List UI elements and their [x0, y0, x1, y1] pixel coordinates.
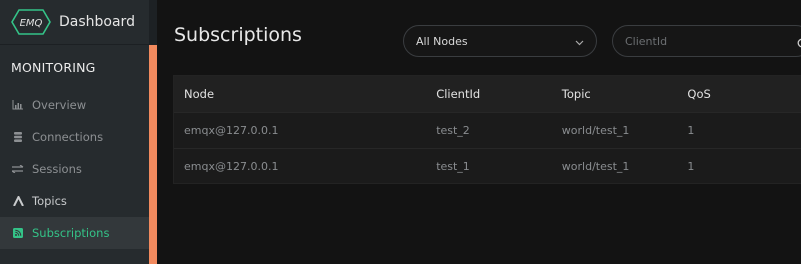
fork-icon — [11, 194, 25, 208]
brand[interactable]: EMQ Dashboard — [0, 0, 149, 45]
column-header-node[interactable]: Node — [174, 87, 426, 101]
main-content: Subscriptions All Nodes Node ClientId To… — [157, 0, 801, 264]
cell-topic: world/test_1 — [561, 159, 630, 173]
table-row[interactable]: emqx@127.0.0.1 test_2 world/test_1 1 — [174, 113, 801, 149]
column-header-clientid[interactable]: ClientId — [426, 87, 552, 101]
sidebar-item-label: Connections — [32, 130, 104, 144]
brand-title: Dashboard — [59, 14, 135, 30]
node-select-value: All Nodes — [416, 34, 468, 48]
search-input[interactable] — [625, 34, 775, 48]
table-row[interactable]: emqx@127.0.0.1 test_1 world/test_1 1 — [174, 149, 801, 183]
cell-qos: 1 — [687, 124, 695, 137]
chevron-down-icon — [575, 36, 584, 49]
cell-topic: world/test_1 — [561, 124, 630, 137]
column-header-qos[interactable]: QoS — [677, 87, 801, 101]
sidebar-item-sessions[interactable]: Sessions — [0, 153, 149, 185]
sidebar-item-label: Overview — [32, 98, 87, 112]
table-header-row: Node ClientId Topic QoS — [174, 76, 801, 113]
search-field[interactable] — [612, 25, 801, 57]
sidebar-item-topics[interactable]: Topics — [0, 185, 149, 217]
sidebar-item-label: Sessions — [32, 162, 82, 176]
page-title: Subscriptions — [174, 24, 302, 46]
sidebar-item-overview[interactable]: Overview — [0, 89, 149, 121]
sidebar-item-label: Topics — [32, 194, 67, 208]
scrollbar-track-top — [149, 0, 157, 45]
search-icon[interactable] — [797, 35, 801, 54]
cell-clientid: test_1 — [436, 159, 470, 173]
swap-icon — [11, 162, 25, 176]
sidebar-item-label: Subscriptions — [32, 226, 110, 240]
database-icon — [11, 130, 25, 144]
section-monitoring: MONITORING — [11, 59, 96, 75]
sidebar: EMQ Dashboard MONITORING Overview Connec… — [0, 0, 149, 264]
emq-logo: EMQ — [11, 8, 51, 36]
column-header-topic[interactable]: Topic — [552, 87, 678, 101]
sidebar-scrollbar[interactable] — [149, 45, 157, 264]
cell-node: emqx@127.0.0.1 — [184, 124, 279, 137]
node-select[interactable]: All Nodes — [403, 25, 597, 57]
sidebar-item-connections[interactable]: Connections — [0, 121, 149, 153]
cell-clientid: test_2 — [436, 124, 470, 137]
cell-qos: 1 — [687, 159, 695, 173]
svg-text:EMQ: EMQ — [20, 18, 43, 29]
cell-node: emqx@127.0.0.1 — [184, 159, 279, 173]
rss-icon — [11, 226, 25, 240]
sidebar-item-subscriptions[interactable]: Subscriptions — [0, 217, 149, 249]
subscriptions-table: Node ClientId Topic QoS emqx@127.0.0.1 t… — [173, 75, 801, 184]
bar-chart-icon — [11, 98, 25, 112]
